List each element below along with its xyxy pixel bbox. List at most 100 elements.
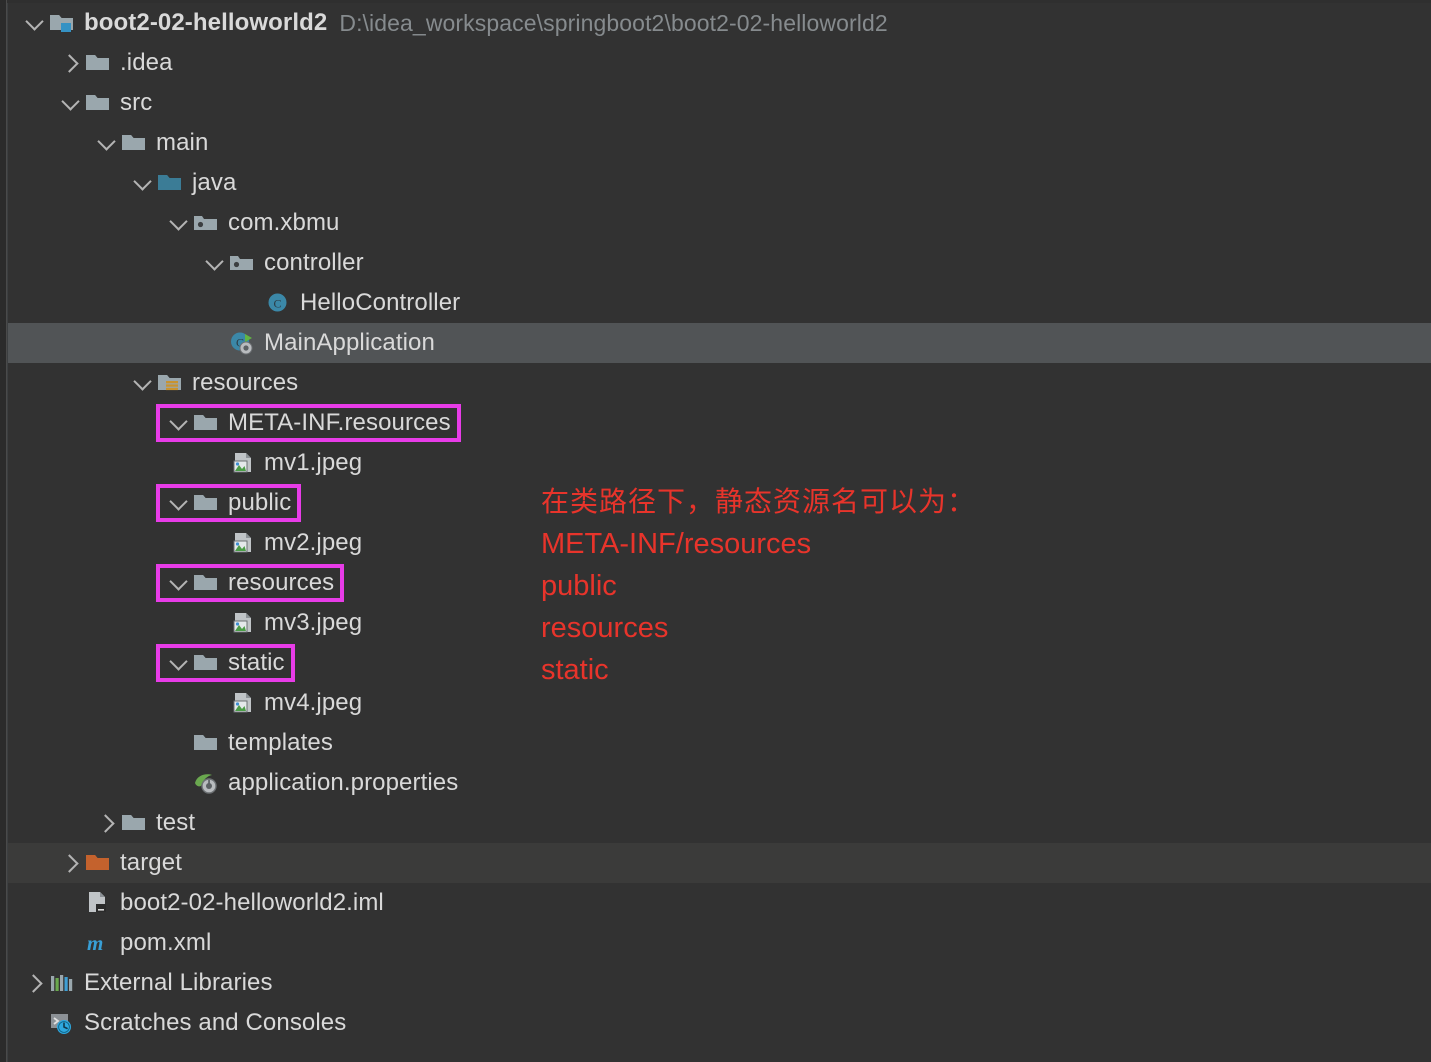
scratches-icon [48, 1009, 78, 1037]
folder-icon [192, 729, 222, 757]
scrollbar-gutter[interactable] [0, 0, 7, 1062]
tree-row-com-xbmu[interactable]: com.xbmu [8, 203, 1431, 243]
chevron-down-icon[interactable] [58, 90, 84, 116]
folder-icon [192, 649, 222, 677]
chevron-down-icon[interactable] [130, 170, 156, 196]
tree-row-label: boot2-02-helloworld2.iml [120, 889, 384, 916]
annotation-line-3: static [541, 654, 609, 686]
tree-row-label: mv4.jpeg [264, 689, 363, 716]
chevron-down-icon[interactable] [166, 410, 192, 436]
tree-row-label: mv2.jpeg [264, 529, 363, 556]
chevron-right-icon[interactable] [94, 810, 120, 836]
chevron-right-icon[interactable] [58, 850, 84, 876]
tree-row-mv1[interactable]: mv1.jpeg [8, 443, 1431, 483]
chevron-placeholder [238, 290, 264, 316]
image-file-icon [228, 609, 258, 637]
chevron-placeholder [202, 610, 228, 636]
chevron-down-icon[interactable] [166, 490, 192, 516]
tree-row-meta-inf[interactable]: META-INF.resources [8, 403, 1431, 443]
maven-pom-icon: m [84, 929, 114, 957]
tree-row-scratches[interactable]: Scratches and Consoles [8, 1003, 1431, 1043]
chevron-placeholder [202, 530, 228, 556]
chevron-down-icon[interactable] [94, 130, 120, 156]
tree-row-controller[interactable]: controller [8, 243, 1431, 283]
tree-row-label: static [228, 649, 285, 676]
tree-row-label: MainApplication [264, 329, 435, 356]
tree-row-label: pom.xml [120, 929, 212, 956]
tree-row-mainapplication[interactable]: C MainApplication [8, 323, 1431, 363]
tree-row-src[interactable]: src [8, 83, 1431, 123]
tree-row-templates[interactable]: templates [8, 723, 1431, 763]
chevron-right-icon[interactable] [22, 970, 48, 996]
folder-icon [192, 569, 222, 597]
chevron-down-icon[interactable] [166, 650, 192, 676]
tree-row-pom[interactable]: m pom.xml [8, 923, 1431, 963]
tree-row-root[interactable]: boot2-02-helloworld2 D:\idea_workspace\sp… [8, 3, 1431, 43]
tree-row-external-libs[interactable]: External Libraries [8, 963, 1431, 1003]
libraries-icon [48, 969, 78, 997]
tree-row-label: main [156, 129, 209, 156]
tree-row-iml[interactable]: boot2-02-helloworld2.iml [8, 883, 1431, 923]
folder-icon [192, 409, 222, 437]
resource-root-icon [156, 369, 186, 397]
chevron-placeholder [166, 730, 192, 756]
tree-row-label: boot2-02-helloworld2 [84, 9, 328, 36]
tree-row-label: META-INF.resources [228, 409, 451, 436]
tree-row-label: src [120, 89, 153, 116]
chevron-down-icon[interactable] [166, 210, 192, 236]
svg-text:C: C [273, 296, 281, 310]
tree-row-resources[interactable]: resources [8, 363, 1431, 403]
tree-row-label: templates [228, 729, 333, 756]
tree-row-idea[interactable]: .idea [8, 43, 1431, 83]
image-file-icon [228, 689, 258, 717]
image-file-icon [228, 449, 258, 477]
folder-icon [120, 129, 150, 157]
tree-row-label: resources [192, 369, 299, 396]
annotation-line-0: META-INF/resources [541, 528, 812, 560]
chevron-placeholder [202, 450, 228, 476]
chevron-down-icon[interactable] [202, 250, 228, 276]
source-root-folder-icon [156, 169, 186, 197]
tree-row-target[interactable]: target [8, 843, 1431, 883]
tree-row-label: External Libraries [84, 969, 273, 996]
tree-row-label: com.xbmu [228, 209, 340, 236]
chevron-down-icon[interactable] [22, 10, 48, 36]
chevron-placeholder [202, 330, 228, 356]
folder-icon [84, 49, 114, 77]
image-file-icon [228, 529, 258, 557]
chevron-placeholder [58, 890, 84, 916]
chevron-placeholder [202, 690, 228, 716]
package-icon [228, 249, 258, 277]
tree-row-label: application.properties [228, 769, 459, 796]
tree-row-label: .idea [120, 49, 173, 76]
spring-boot-class-icon: C [228, 329, 258, 357]
chevron-down-icon[interactable] [130, 370, 156, 396]
folder-icon [84, 89, 114, 117]
tree-row-label: public [228, 489, 292, 516]
package-icon [192, 209, 222, 237]
folder-icon [120, 809, 150, 837]
ide-project-tool-window: boot2-02-helloworld2 D:\idea_workspace\sp… [0, 0, 1431, 1062]
tree-row-test[interactable]: test [8, 803, 1431, 843]
svg-text:m: m [87, 931, 103, 955]
tree-row-label: resources [228, 569, 335, 596]
java-class-icon: C [264, 289, 294, 317]
tree-row-hellocontroller[interactable]: C HelloController [8, 283, 1431, 323]
tree-row-label: mv1.jpeg [264, 449, 363, 476]
chevron-placeholder [166, 770, 192, 796]
tree-row-label: target [120, 849, 182, 876]
tree-row-label: Scratches and Consoles [84, 1009, 347, 1036]
chevron-right-icon[interactable] [58, 50, 84, 76]
module-folder-icon [48, 9, 78, 37]
tree-row-appprops[interactable]: application.properties [8, 763, 1431, 803]
chevron-placeholder [58, 930, 84, 956]
tree-row-label: java [192, 169, 237, 196]
tree-row-label: test [156, 809, 196, 836]
chevron-down-icon[interactable] [166, 570, 192, 596]
annotation-line-1: public [541, 570, 617, 602]
chevron-placeholder [22, 1010, 48, 1036]
tree-row-java[interactable]: java [8, 163, 1431, 203]
annotation-line-2: resources [541, 612, 669, 644]
tree-row-main[interactable]: main [8, 123, 1431, 163]
tree-row-label: HelloController [300, 289, 461, 316]
